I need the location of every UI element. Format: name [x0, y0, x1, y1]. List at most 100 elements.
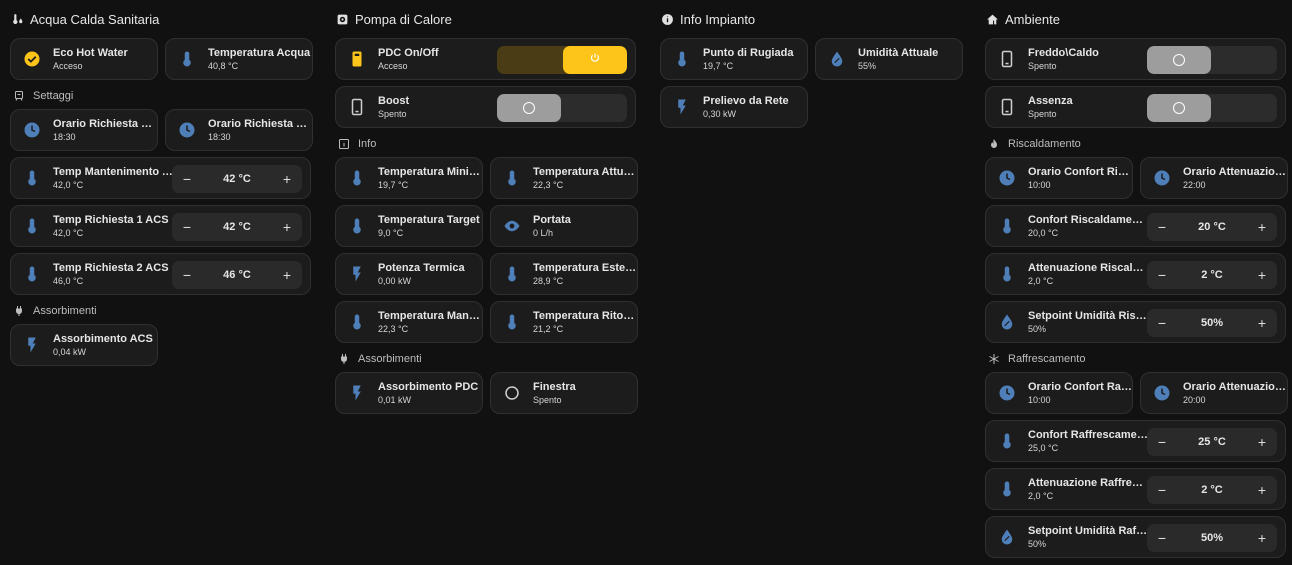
decrement-button[interactable]: −: [180, 220, 194, 234]
decrement-button[interactable]: −: [180, 172, 194, 186]
card-state: 50%: [1028, 538, 1047, 549]
decrement-button[interactable]: −: [180, 268, 194, 282]
card-name: Orario Richiesta 2 ACS: [208, 117, 312, 130]
thermometer-icon: [673, 50, 691, 68]
card-name: Temp Mantenimento ACS: [53, 165, 173, 178]
card-state: 42,0 °C: [53, 227, 84, 238]
orario-confort-raffrescamento-card[interactable]: Orario Confort Raffrescamento10:00: [985, 372, 1133, 414]
card-state: 19,7 °C: [703, 60, 734, 71]
stepper-value: 2 °C: [1201, 484, 1223, 496]
increment-button[interactable]: +: [1255, 483, 1269, 497]
temperature-stepper: − 2 °C +: [1147, 261, 1277, 289]
increment-button[interactable]: +: [1255, 220, 1269, 234]
card-name: Temperatura Attuale: [533, 165, 637, 178]
pdc-onoff-card: PDC On/Off Acceso: [335, 38, 636, 80]
increment-button[interactable]: +: [280, 172, 294, 186]
assorbimenti-title: Assorbimenti: [358, 353, 422, 365]
off-ring-icon: [523, 102, 535, 114]
info-header: Info: [338, 134, 638, 154]
potenza-termica-card[interactable]: Potenza Termica 0,00 kW: [335, 253, 483, 295]
boost-toggle[interactable]: [497, 94, 627, 122]
orario-richiesta-2-card[interactable]: Orario Richiesta 2 ACS18:30: [165, 109, 313, 151]
eco-hot-water-card[interactable]: Eco Hot Water Acceso: [10, 38, 158, 80]
attenuazione-raffrescamento-card: Attenuazione Raffrescamento2,0 °C − 2 °C…: [985, 468, 1286, 510]
decrement-button[interactable]: −: [1155, 531, 1169, 545]
info-circle-icon: [660, 12, 674, 26]
card-state: 0,01 kW: [378, 394, 412, 405]
temperatura-esterna-card[interactable]: Temperatura Esterna 28,9 °C: [490, 253, 638, 295]
orario-attenuazione-riscaldamento-card[interactable]: Orario Attenuazione 22:00: [1140, 157, 1288, 199]
portata-card[interactable]: Portata 0 L/h: [490, 205, 638, 247]
toggle-knob: [497, 94, 561, 122]
assorbimento-pdc-card[interactable]: Assorbimento PDC 0,01 kW: [335, 372, 483, 414]
card-state: 20,0 °C: [1028, 227, 1059, 238]
increment-button[interactable]: +: [1255, 268, 1269, 282]
increment-button[interactable]: +: [280, 268, 294, 282]
card-state: 25,0 °C: [1028, 442, 1059, 453]
orario-confort-riscaldamento-card[interactable]: Orario Confort Riscaldamento10:00: [985, 157, 1133, 199]
card-state: 50%: [1028, 323, 1047, 334]
freddo-caldo-toggle[interactable]: [1147, 46, 1277, 74]
decrement-button[interactable]: −: [1155, 268, 1169, 282]
device-icon: [998, 98, 1016, 116]
card-state: Acceso: [53, 60, 83, 71]
card-state: Spento: [533, 394, 562, 405]
increment-button[interactable]: +: [280, 220, 294, 234]
clock-icon: [998, 169, 1016, 187]
off-ring-icon: [1173, 102, 1185, 114]
assorbimenti-header: Assorbimenti: [13, 301, 313, 321]
pdc-toggle[interactable]: [497, 46, 627, 74]
thermometer-icon: [503, 313, 521, 331]
punto-rugiada-card[interactable]: Punto di Rugiada 19,7 °C: [660, 38, 808, 80]
thermometer-icon: [503, 265, 521, 283]
increment-button[interactable]: +: [1255, 435, 1269, 449]
temperatura-ritorno-card[interactable]: Temperatura Ritorno 21,2 °C: [490, 301, 638, 343]
umidita-attuale-card[interactable]: Umidità Attuale 55%: [815, 38, 963, 80]
card-name: Finestra: [533, 380, 576, 393]
freddo-caldo-card: Freddo\Caldo Spento: [985, 38, 1286, 80]
card-name: Temperatura Minima: [378, 165, 482, 178]
prelievo-rete-card[interactable]: Prelievo da Rete 0,30 kW: [660, 86, 808, 128]
water-thermometer-icon: [10, 12, 24, 26]
card-state: 22,3 °C: [533, 179, 564, 190]
lightning-icon: [673, 98, 691, 116]
decrement-button[interactable]: −: [1155, 316, 1169, 330]
temperature-stepper: − 2 °C +: [1147, 476, 1277, 504]
stepper-value: 42 °C: [223, 221, 251, 233]
card-state: 22:00: [1183, 179, 1206, 190]
lightning-icon: [23, 336, 41, 354]
clock-icon: [23, 121, 41, 139]
thermometer-icon: [998, 480, 1016, 498]
assorbimenti-title: Assorbimenti: [33, 305, 97, 317]
card-state: 10:00: [1028, 394, 1051, 405]
stepper-value: 2 °C: [1201, 269, 1223, 281]
card-name: Umidità Attuale: [858, 46, 939, 59]
temperatura-acqua-card[interactable]: Temperatura Acqua 40,8 °C: [165, 38, 313, 80]
riscaldamento-header: Riscaldamento: [988, 134, 1288, 154]
pdc-section-header: Pompa di Calore: [335, 9, 638, 29]
temperatura-mandata-card[interactable]: Temperatura Mandata 22,3 °C: [335, 301, 483, 343]
humidity-stepper: − 50% +: [1147, 524, 1277, 552]
assorbimento-acs-card[interactable]: Assorbimento ACS 0,04 kW: [10, 324, 158, 366]
increment-button[interactable]: +: [1255, 316, 1269, 330]
decrement-button[interactable]: −: [1155, 220, 1169, 234]
thermometer-icon: [998, 217, 1016, 235]
increment-button[interactable]: +: [1255, 531, 1269, 545]
decrement-button[interactable]: −: [1155, 483, 1169, 497]
thermometer-icon: [503, 169, 521, 187]
thermometer-icon: [348, 217, 366, 235]
lightning-icon: [348, 265, 366, 283]
device-icon: [998, 50, 1016, 68]
eye-icon: [503, 217, 521, 235]
finestra-card[interactable]: Finestra Spento: [490, 372, 638, 414]
fire-icon: [988, 138, 1000, 150]
temperatura-minima-card[interactable]: Temperatura Minima 19,7 °C: [335, 157, 483, 199]
setpoint-umidita-raffrescamento-card: Setpoint Umidità Raffrescamento50% − 50%…: [985, 516, 1286, 558]
humidity-icon: [998, 528, 1016, 546]
decrement-button[interactable]: −: [1155, 435, 1169, 449]
temperatura-target-card[interactable]: Temperatura Target 9,0 °C: [335, 205, 483, 247]
orario-attenuazione-raffrescamento-card[interactable]: Orario Attenuazione 20:00: [1140, 372, 1288, 414]
orario-richiesta-1-card[interactable]: Orario Richiesta 1 ACS18:30: [10, 109, 158, 151]
temperatura-attuale-card[interactable]: Temperatura Attuale 22,3 °C: [490, 157, 638, 199]
assenza-toggle[interactable]: [1147, 94, 1277, 122]
